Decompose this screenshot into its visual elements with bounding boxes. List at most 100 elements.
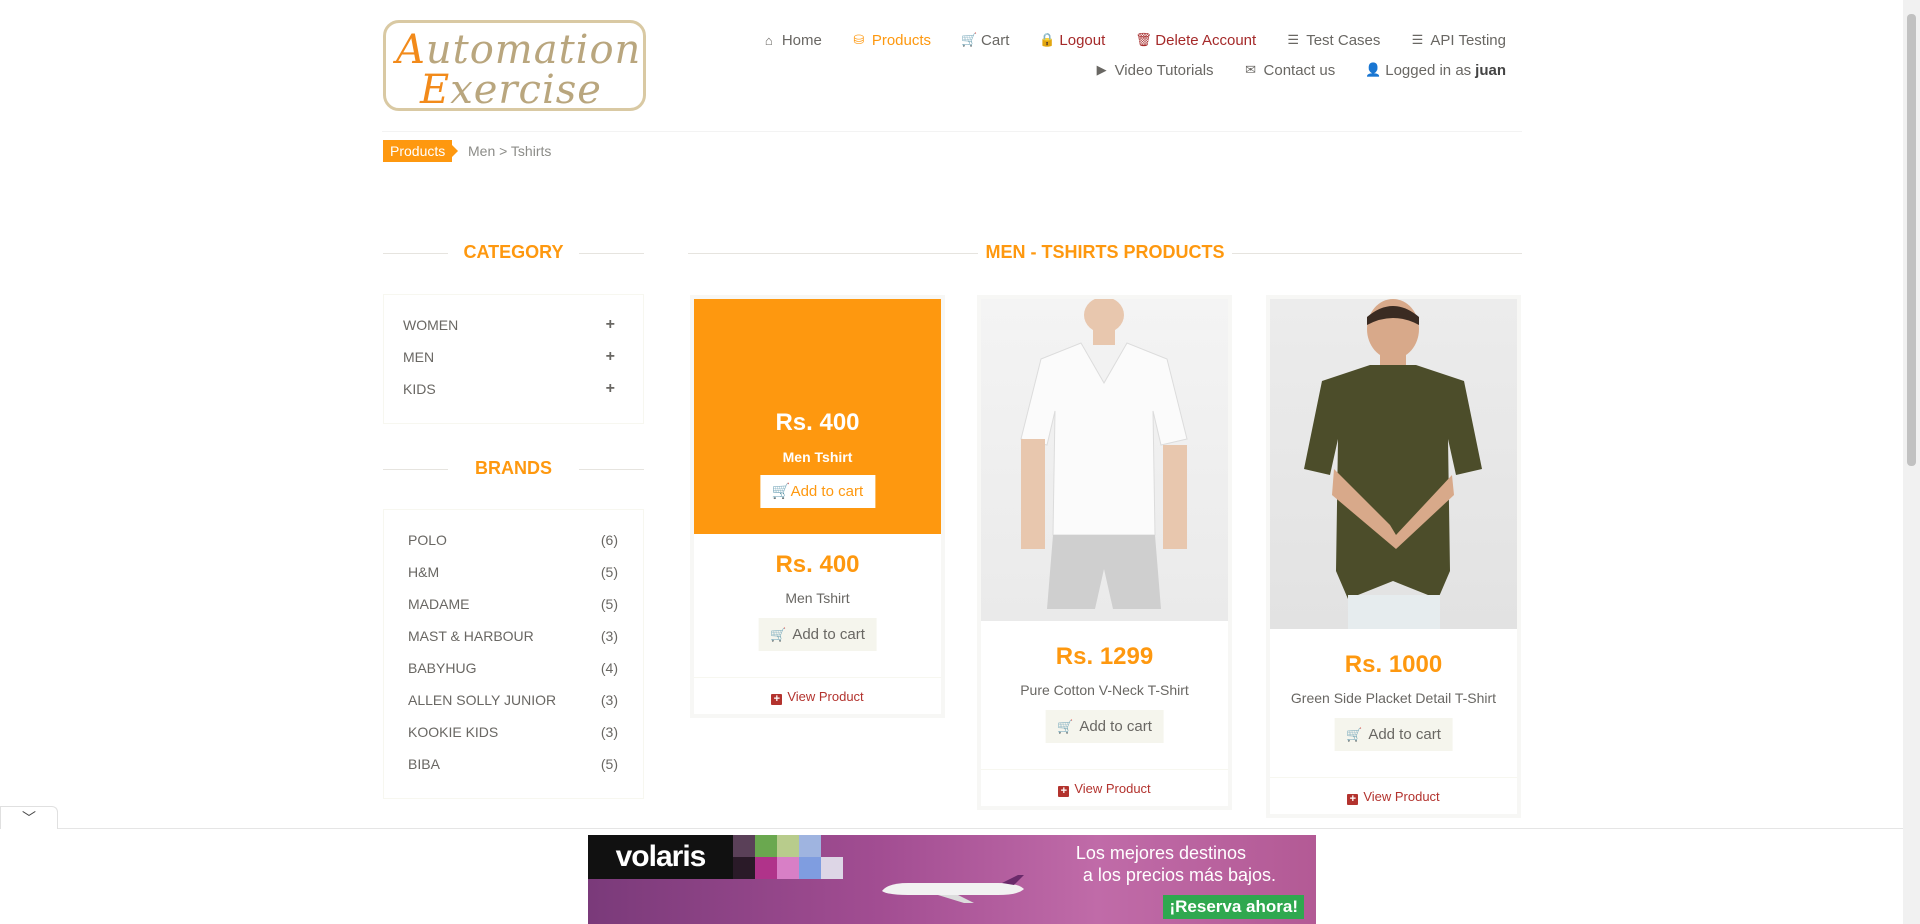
brand-count: (6): [600, 532, 618, 548]
ad-square: [777, 835, 799, 857]
plus-square-icon: +: [1347, 794, 1359, 805]
nav-delete-account[interactable]: 🗑 Delete Account: [1135, 30, 1256, 50]
brand-mast-harbour[interactable]: MAST & HARBOUR (3): [384, 626, 643, 658]
home-icon: ⌂: [764, 32, 773, 48]
brand-madame[interactable]: MADAME (5): [384, 594, 643, 626]
ad-slogan-line2: a los precios más bajos.: [1082, 865, 1276, 885]
card-divider: [1270, 777, 1517, 778]
lock-icon: 🔒: [1039, 32, 1056, 47]
ad-square: [799, 835, 821, 857]
category-panel: WOMEN + MEN + KIDS +: [383, 294, 644, 424]
logged-in-username: juan: [1475, 61, 1506, 79]
breadcrumb-tag: Products: [383, 140, 459, 162]
white-tshirt-image: [1020, 297, 1188, 609]
ad-square: [733, 835, 755, 857]
ad-slogan-line1: Los mejores destinos: [1075, 843, 1246, 863]
product-name: Men Tshirt: [785, 590, 850, 606]
scrollbar-thumb[interactable]: [1907, 14, 1916, 466]
ad-square: [733, 857, 755, 879]
product-card: Rs. 1000 Green Side Placket Detail T-Shi…: [1266, 295, 1521, 818]
cart-icon: 🛒: [1057, 719, 1074, 734]
ad-square: [799, 857, 821, 879]
product-card: Rs. 1299 Pure Cotton V-Neck T-Shirt 🛒 Add…: [977, 295, 1232, 810]
card-divider: [694, 677, 941, 678]
add-to-cart-button[interactable]: 🛒 Add to cart: [758, 618, 877, 651]
brand-count: (5): [600, 564, 618, 580]
site-logo[interactable]: Automation Exercise: [383, 20, 646, 113]
add-to-cart-button[interactable]: 🛒 Add to cart: [1334, 718, 1453, 751]
products-section-title: MEN - TSHIRTS PRODUCTS: [688, 242, 1522, 263]
breadcrumb-path: Men > Tshirts: [468, 143, 552, 159]
overlay-add-to-cart-button[interactable]: 🛒Add to cart: [759, 475, 876, 508]
brand-count: (5): [600, 756, 618, 772]
category-title: CATEGORY: [383, 242, 644, 263]
brand-hm[interactable]: H&M (5): [384, 562, 643, 594]
product-name: Pure Cotton V-Neck T-Shirt: [1020, 682, 1189, 698]
nav-video-tutorials[interactable]: ▶ Video Tutorials: [1095, 60, 1214, 80]
youtube-icon: ▶: [1096, 62, 1107, 77]
nav-home[interactable]: ⌂ Home: [762, 30, 822, 50]
envelope-icon: ✉: [1245, 62, 1256, 77]
logo-line2: xercise: [450, 67, 602, 113]
product-name: Green Side Placket Detail T-Shirt: [1290, 690, 1497, 706]
nav-products[interactable]: ⛁ Products: [852, 30, 931, 50]
nav-logged-in-as: 👤 Logged in as juan: [1365, 61, 1506, 79]
product-card: Rs. 400 Men Tshirt 🛒Add to cart Rs. 400 …: [690, 295, 945, 718]
ad-square: [755, 835, 777, 857]
ad-cta-button[interactable]: ¡Reserva ahora!: [1163, 895, 1304, 919]
nav-row-1: ⌂ Home ⛁ Products 🛒 Cart 🔒 Logout 🗑 Delete Ac…: [765, 30, 1506, 50]
category-men[interactable]: MEN +: [384, 347, 643, 379]
vertical-scrollbar[interactable]: [1903, 0, 1920, 924]
list-icon: ☰: [1411, 32, 1424, 47]
category-kids[interactable]: KIDS +: [384, 379, 643, 411]
ad-square: [821, 857, 843, 879]
brand-kookie-kids[interactable]: KOOKIE KIDS (3): [384, 722, 643, 754]
brands-title: BRANDS: [383, 458, 644, 479]
card-divider: [981, 769, 1228, 770]
brand-babyhug[interactable]: BABYHUG (4): [384, 658, 643, 690]
ad-square: [777, 857, 799, 879]
header-divider: [382, 131, 1522, 132]
trash-icon: 🗑: [1135, 32, 1152, 47]
nav-api-testing[interactable]: ☰ API Testing: [1410, 30, 1506, 50]
cart-icon: 🛒: [770, 627, 787, 642]
cart-icon: 🛒: [1346, 727, 1363, 742]
cart-icon: 🛒: [961, 32, 978, 47]
nav-logout[interactable]: 🔒 Logout: [1039, 30, 1105, 50]
product-image[interactable]: [981, 297, 1228, 621]
brand-polo[interactable]: POLO (6): [384, 530, 643, 562]
logo-cap-e: E: [420, 67, 451, 113]
ad-collapse-toggle[interactable]: ﹀: [0, 806, 58, 829]
nav-contact-us[interactable]: ✉ Contact us: [1244, 60, 1335, 80]
plus-icon[interactable]: +: [606, 347, 615, 379]
add-to-cart-button[interactable]: 🛒 Add to cart: [1045, 710, 1164, 743]
view-product-link[interactable]: + View Product: [981, 781, 1228, 797]
user-icon: 👤: [1365, 62, 1382, 77]
product-hover-overlay: Rs. 400 Men Tshirt 🛒Add to cart: [694, 299, 941, 534]
plus-icon[interactable]: +: [606, 379, 615, 411]
nav-row-2: ▶ Video Tutorials ✉ Contact us 👤 Logged in …: [766, 60, 1506, 80]
view-product-link[interactable]: + View Product: [694, 689, 941, 705]
brand-count: (5): [600, 596, 618, 612]
brand-count: (3): [600, 692, 618, 708]
product-price: Rs. 400: [775, 551, 860, 578]
ad-banner[interactable]: volaris Los mejores destinos a los preci…: [588, 835, 1316, 924]
plus-icon[interactable]: +: [606, 315, 615, 347]
brand-biba[interactable]: BIBA (5): [384, 754, 643, 786]
nav-test-cases[interactable]: ☰ Test Cases: [1286, 30, 1380, 50]
brand-allen-solly-junior[interactable]: ALLEN SOLLY JUNIOR (3): [384, 690, 643, 722]
plus-square-icon: +: [771, 694, 783, 705]
view-product-link[interactable]: + View Product: [1270, 789, 1517, 805]
category-women[interactable]: WOMEN +: [384, 315, 643, 347]
overlay-price: Rs. 400: [775, 409, 860, 436]
ad-square: [755, 857, 777, 879]
brand-count: (3): [600, 724, 618, 740]
chevron-down-icon: ﹀: [22, 810, 36, 826]
overlay-name: Men Tshirt: [782, 449, 853, 465]
ad-brand-logo: volaris: [588, 835, 733, 879]
nav-cart[interactable]: 🛒 Cart: [961, 30, 1009, 50]
airplane-icon: [882, 875, 1024, 903]
list-icon: ☰: [1287, 32, 1300, 47]
product-image[interactable]: [1270, 299, 1517, 629]
brand-count: (4): [600, 660, 618, 676]
